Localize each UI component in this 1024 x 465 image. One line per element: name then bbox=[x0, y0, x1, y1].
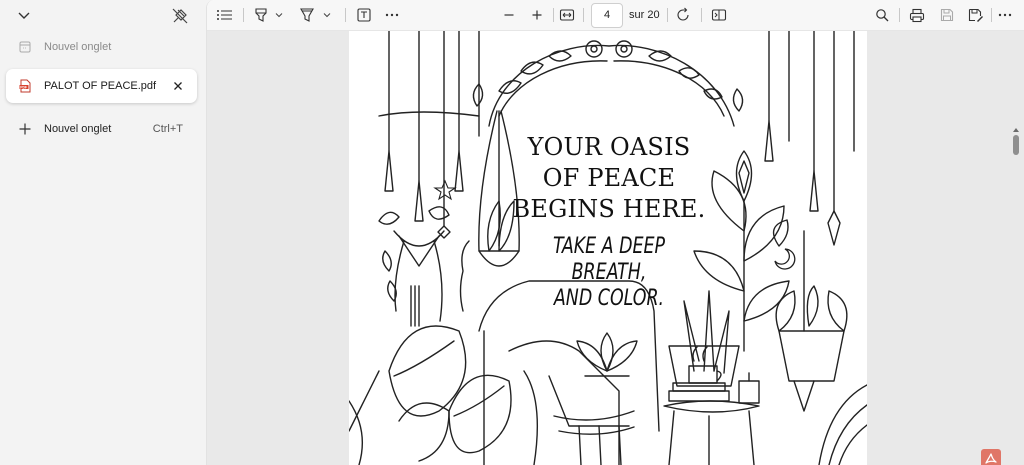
new-tab-button[interactable]: Nouvel onglet Ctrl+T bbox=[6, 112, 197, 146]
more-tools-icon[interactable] bbox=[382, 5, 402, 25]
draw-options-chevron-icon[interactable] bbox=[321, 5, 333, 25]
unpin-pane-icon[interactable] bbox=[170, 6, 190, 26]
tab-label: PALOT OF PEACE.pdf bbox=[44, 80, 157, 92]
toolbar-separator bbox=[243, 8, 244, 22]
acrobat-icon[interactable] bbox=[981, 449, 1001, 465]
scroll-up-arrow-icon[interactable] bbox=[1011, 121, 1021, 132]
plus-icon bbox=[18, 122, 32, 136]
toolbar-separator bbox=[991, 8, 992, 22]
page-icon bbox=[18, 40, 32, 54]
toolbar-separator bbox=[553, 8, 554, 22]
quote-sub-line: BREATH, bbox=[571, 260, 647, 285]
tab-pdf-document[interactable]: PDF PALOT OF PEACE.pdf bbox=[6, 69, 197, 103]
new-tab-label: Nouvel onglet bbox=[44, 123, 112, 135]
page-view-icon[interactable] bbox=[709, 5, 729, 25]
pdf-page: YOUR OASIS OF PEACE BEGINS HERE. TAKE A … bbox=[349, 31, 867, 465]
vertical-tab-sidebar: Nouvel onglet PDF PALOT OF PEACE.pdf Nou… bbox=[0, 0, 206, 465]
search-icon[interactable] bbox=[872, 5, 892, 25]
vertical-scrollbar-thumb[interactable] bbox=[1013, 135, 1019, 155]
highlight-options-chevron-icon[interactable] bbox=[273, 5, 285, 25]
table-of-contents-icon[interactable] bbox=[215, 5, 235, 25]
highlight-icon[interactable] bbox=[251, 5, 271, 25]
toolbar-separator bbox=[583, 8, 584, 22]
close-tab-icon[interactable] bbox=[171, 79, 185, 93]
print-icon[interactable] bbox=[907, 5, 927, 25]
add-text-icon[interactable] bbox=[354, 5, 374, 25]
pdf-toolbar: 4 sur 20 bbox=[207, 0, 1024, 31]
sidebar-header bbox=[0, 0, 206, 32]
pdf-file-icon: PDF bbox=[18, 79, 32, 93]
toolbar-separator bbox=[345, 8, 346, 22]
toolbar-separator bbox=[667, 8, 668, 22]
quote-sub-line: TAKE A DEEP bbox=[552, 234, 666, 259]
quote-title: YOUR OASIS OF PEACE BEGINS HERE. bbox=[499, 132, 719, 225]
settings-more-icon[interactable] bbox=[995, 5, 1015, 25]
toolbar-separator bbox=[701, 8, 702, 22]
quote-sub-line: AND COLOR. bbox=[553, 286, 665, 311]
zoom-in-icon[interactable] bbox=[527, 5, 547, 25]
quote-title-line: BEGINS HERE. bbox=[512, 195, 706, 223]
tab-new-tab[interactable]: Nouvel onglet bbox=[6, 30, 197, 64]
quote-title-line: YOUR OASIS bbox=[527, 133, 691, 161]
quote-subtitle: TAKE A DEEP BREATH, AND COLOR. bbox=[534, 234, 684, 312]
fit-to-width-icon[interactable] bbox=[557, 5, 577, 25]
zoom-out-icon[interactable] bbox=[499, 5, 519, 25]
document-canvas[interactable]: YOUR OASIS OF PEACE BEGINS HERE. TAKE A … bbox=[207, 31, 1024, 465]
svg-text:PDF: PDF bbox=[20, 85, 27, 89]
page-total-label: sur 20 bbox=[629, 9, 660, 21]
quote-title-line: OF PEACE bbox=[542, 164, 676, 192]
toolbar-separator bbox=[899, 8, 900, 22]
tab-label: Nouvel onglet bbox=[44, 41, 112, 53]
collapse-tabs-chevron-icon[interactable] bbox=[14, 7, 34, 25]
draw-icon[interactable] bbox=[297, 5, 317, 25]
rotate-icon[interactable] bbox=[673, 5, 693, 25]
page-number-input[interactable]: 4 bbox=[591, 3, 623, 28]
new-tab-shortcut: Ctrl+T bbox=[152, 123, 183, 135]
save-as-icon[interactable] bbox=[966, 5, 986, 25]
pdf-viewer: 4 sur 20 YOUR OASIS OF PEACE BEGINS HERE… bbox=[206, 0, 1024, 465]
save-icon-disabled[interactable] bbox=[937, 5, 957, 25]
